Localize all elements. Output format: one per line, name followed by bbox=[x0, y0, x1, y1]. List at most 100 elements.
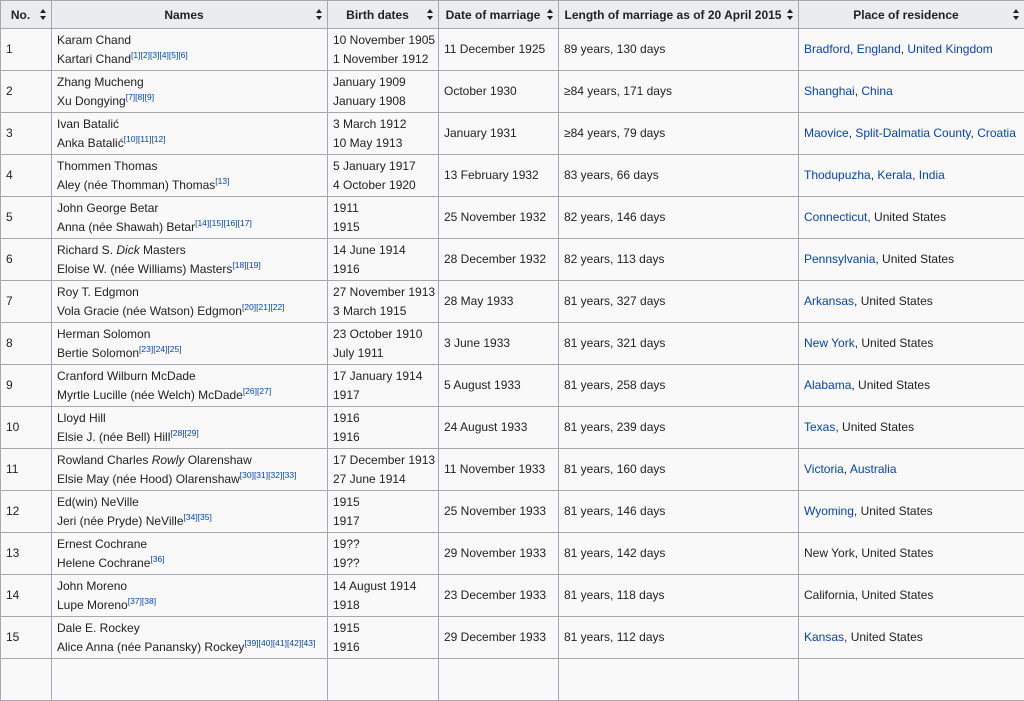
reference-link[interactable]: [22] bbox=[270, 302, 284, 312]
reference-link[interactable]: [3] bbox=[150, 50, 159, 60]
reference-link[interactable]: [43] bbox=[301, 638, 315, 648]
sort-icon[interactable] bbox=[316, 9, 322, 20]
reference-link[interactable]: [20] bbox=[242, 302, 256, 312]
spouse-name-2: Elsie J. (née Bell) Hill bbox=[57, 430, 170, 444]
reference-list: [34][35] bbox=[184, 512, 212, 522]
residence-link[interactable]: Kerala bbox=[877, 168, 912, 182]
reference-link[interactable]: [28] bbox=[170, 428, 184, 438]
spouse-name-2-line: Helene Cochrane[36] bbox=[57, 554, 322, 573]
reference-link[interactable]: [12] bbox=[151, 134, 165, 144]
spouse-name-1: Lloyd Hill bbox=[57, 409, 322, 428]
reference-link[interactable]: [33] bbox=[282, 470, 296, 480]
reference-link[interactable]: [6] bbox=[178, 50, 187, 60]
reference-link[interactable]: [39] bbox=[244, 638, 258, 648]
reference-link[interactable]: [27] bbox=[257, 386, 271, 396]
reference-link[interactable]: [29] bbox=[185, 428, 199, 438]
marriage-date-cell: 13 February 1932 bbox=[439, 155, 559, 197]
marriage-length-cell: 81 years, 118 days bbox=[559, 575, 799, 617]
row-number-cell: 8 bbox=[1, 323, 52, 365]
residence-link[interactable]: Split-Dalmatia County bbox=[855, 126, 970, 140]
table-row: 2Zhang MuchengXu Dongying[7][8][9]Januar… bbox=[1, 71, 1024, 113]
reference-link[interactable]: [14] bbox=[195, 218, 209, 228]
reference-link[interactable]: [40] bbox=[259, 638, 273, 648]
reference-link[interactable]: [7] bbox=[126, 92, 135, 102]
reference-list: [28][29] bbox=[170, 428, 198, 438]
reference-link[interactable]: [25] bbox=[167, 344, 181, 354]
spouse-name-1-nickname: Rowly bbox=[152, 453, 185, 467]
residence-link[interactable]: Australia bbox=[850, 462, 897, 476]
reference-link[interactable]: [42] bbox=[287, 638, 301, 648]
reference-link[interactable]: [23] bbox=[139, 344, 153, 354]
reference-link[interactable]: [4] bbox=[159, 50, 168, 60]
residence-text: , United States bbox=[875, 252, 954, 266]
residence-link[interactable]: Bradford bbox=[804, 42, 850, 56]
reference-link[interactable]: [11] bbox=[138, 134, 152, 144]
residence-link[interactable]: Wyoming bbox=[804, 504, 854, 518]
sort-icon[interactable] bbox=[40, 9, 46, 20]
row-number: 1 bbox=[6, 42, 13, 56]
residence-link[interactable]: Arkansas bbox=[804, 294, 854, 308]
row-number: 6 bbox=[6, 252, 13, 266]
reference-link[interactable]: [9] bbox=[145, 92, 154, 102]
column-header-residence[interactable]: Place of residence bbox=[799, 1, 1024, 29]
reference-link[interactable]: [16] bbox=[223, 218, 237, 228]
residence-link[interactable]: Shanghai bbox=[804, 84, 855, 98]
residence-link[interactable]: India bbox=[919, 168, 945, 182]
reference-link[interactable]: [36] bbox=[150, 554, 164, 564]
reference-link[interactable]: [19] bbox=[247, 260, 261, 270]
residence-link[interactable]: Thodupuzha bbox=[804, 168, 871, 182]
residence-link[interactable]: Victoria bbox=[804, 462, 844, 476]
reference-link[interactable]: [10] bbox=[124, 134, 138, 144]
reference-link[interactable]: [35] bbox=[198, 512, 212, 522]
spouse-name-2-line: Elsie May (née Hood) Olarenshaw[30][31][… bbox=[57, 470, 322, 489]
reference-link[interactable]: [30] bbox=[240, 470, 254, 480]
reference-link[interactable]: [38] bbox=[142, 596, 156, 606]
column-header-birth-dates[interactable]: Birth dates bbox=[328, 1, 439, 29]
sort-icon[interactable] bbox=[427, 9, 433, 20]
reference-link[interactable]: [21] bbox=[256, 302, 270, 312]
column-header-names[interactable]: Names bbox=[52, 1, 328, 29]
birth-date-1: 3 March 1912 bbox=[333, 115, 433, 134]
reference-link[interactable]: [18] bbox=[232, 260, 246, 270]
reference-link[interactable]: [17] bbox=[238, 218, 252, 228]
spouse-name-2-line: Eloise W. (née Williams) Masters[18][19] bbox=[57, 260, 322, 279]
residence-link[interactable]: Connecticut bbox=[804, 210, 867, 224]
column-header-length[interactable]: Length of marriage as of 20 April 2015 bbox=[559, 1, 799, 29]
birth-date-1: 19?? bbox=[333, 535, 433, 554]
column-header-no[interactable]: No. bbox=[1, 1, 52, 29]
spouse-name-2-line: Anka Batalić[10][11][12] bbox=[57, 134, 322, 153]
residence-link[interactable]: China bbox=[861, 84, 892, 98]
row-number: 13 bbox=[6, 546, 19, 560]
row-number: 5 bbox=[6, 210, 13, 224]
reference-link[interactable]: [37] bbox=[128, 596, 142, 606]
reference-link[interactable]: [41] bbox=[273, 638, 287, 648]
reference-link[interactable]: [8] bbox=[135, 92, 144, 102]
reference-link[interactable]: [31] bbox=[254, 470, 268, 480]
reference-link[interactable]: [13] bbox=[215, 176, 229, 186]
residence-link[interactable]: England bbox=[857, 42, 901, 56]
reference-link[interactable]: [1] bbox=[131, 50, 140, 60]
table-row: 12Ed(win) NeVilleJeri (née Pryde) NeVill… bbox=[1, 491, 1024, 533]
residence-link[interactable]: Maovice bbox=[804, 126, 849, 140]
residence-link[interactable]: Alabama bbox=[804, 378, 851, 392]
reference-link[interactable]: [34] bbox=[184, 512, 198, 522]
residence-link[interactable]: Croatia bbox=[977, 126, 1016, 140]
residence-link[interactable]: Texas bbox=[804, 420, 835, 434]
sort-icon[interactable] bbox=[547, 9, 553, 20]
reference-link[interactable]: [5] bbox=[169, 50, 178, 60]
sort-icon[interactable] bbox=[787, 9, 793, 20]
column-header-date-of-marriage[interactable]: Date of marriage bbox=[439, 1, 559, 29]
reference-link[interactable]: [2] bbox=[141, 50, 150, 60]
reference-link[interactable]: [24] bbox=[153, 344, 167, 354]
residence-link[interactable]: New York bbox=[804, 336, 855, 350]
reference-link[interactable]: [26] bbox=[243, 386, 257, 396]
residence-link[interactable]: United Kingdom bbox=[907, 42, 992, 56]
spouse-name-1: Karam Chand bbox=[57, 31, 322, 50]
reference-link[interactable]: [32] bbox=[268, 470, 282, 480]
marriage-length: 81 years, 142 days bbox=[564, 546, 665, 560]
reference-link[interactable]: [15] bbox=[209, 218, 223, 228]
residence-link[interactable]: Kansas bbox=[804, 630, 844, 644]
residence-link[interactable]: Pennsylvania bbox=[804, 252, 875, 266]
residence-cell: California, United States bbox=[799, 575, 1024, 617]
sort-icon[interactable] bbox=[1013, 9, 1019, 20]
